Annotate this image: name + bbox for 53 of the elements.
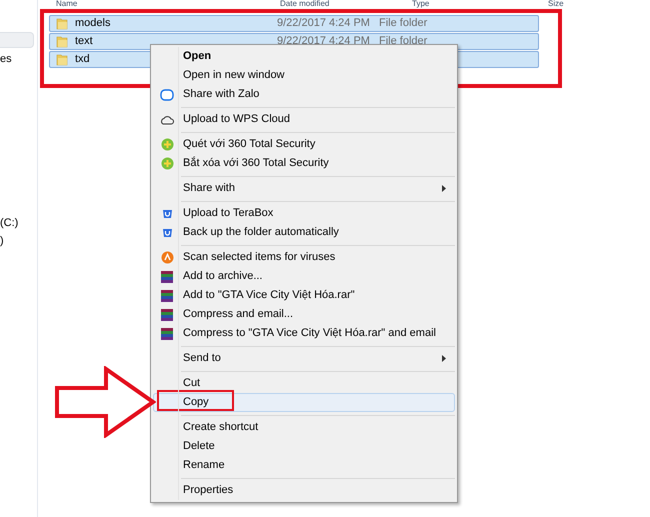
plus-circle-icon xyxy=(160,138,174,151)
file-row[interactable]: models 9/22/2017 4:24 PM File folder xyxy=(49,15,539,32)
menu-item[interactable]: Add to archive... xyxy=(153,267,455,286)
menu-item[interactable]: Scan selected items for viruses xyxy=(153,248,455,267)
folder-icon xyxy=(56,17,68,30)
date-modified: 9/22/2017 4:24 PM xyxy=(277,17,370,30)
submenu-arrow-icon xyxy=(442,185,446,192)
menu-item[interactable]: Bắt xóa với 360 Total Security xyxy=(153,154,455,173)
file-name: models xyxy=(75,17,110,30)
column-header[interactable]: Name xyxy=(52,0,78,8)
menu-item[interactable]: Compress and email... xyxy=(153,305,455,324)
book-stack-icon xyxy=(160,270,174,284)
menu-item[interactable]: Add to "GTA Vice City Việt Hóa.rar" xyxy=(153,286,455,305)
book-stack-icon xyxy=(160,326,174,340)
plus-circle-icon xyxy=(160,157,174,170)
file-type: File folder xyxy=(379,16,428,32)
book-stack-icon xyxy=(160,288,174,302)
submenu-arrow-icon xyxy=(442,355,446,362)
cloud-icon xyxy=(160,114,174,124)
menu-item[interactable]: Compress to "GTA Vice City Việt Hóa.rar" and email xyxy=(153,324,455,343)
menu-item[interactable]: Cut xyxy=(153,374,455,393)
nav-item[interactable]: (C:) xyxy=(0,216,37,230)
menu-item[interactable]: Share with xyxy=(153,179,455,198)
menu-item[interactable]: Share with Zalo xyxy=(153,85,455,104)
menu-item[interactable]: Back up the folder automatically xyxy=(153,223,455,242)
menu-item[interactable]: Rename xyxy=(153,456,455,475)
book-stack-icon xyxy=(160,308,174,322)
menu-item[interactable]: Quét với 360 Total Security xyxy=(153,135,455,154)
column-header[interactable]: Date modified xyxy=(276,0,330,8)
menu-item[interactable]: Open xyxy=(153,47,455,66)
nav-item[interactable]: ) xyxy=(0,234,37,248)
folder-icon xyxy=(56,53,68,66)
folder-icon xyxy=(56,35,68,48)
menu-item[interactable]: Create shortcut xyxy=(153,418,455,437)
nav-item[interactable]: es xyxy=(0,52,37,66)
cloud-box-icon xyxy=(162,227,172,238)
menu-item[interactable]: Delete xyxy=(153,437,455,456)
menu-item[interactable]: Properties xyxy=(153,481,455,500)
cloud-box-icon xyxy=(162,208,172,219)
chat-bubble-icon xyxy=(160,88,174,100)
menu-item[interactable]: Copy xyxy=(153,393,455,412)
column-header[interactable]: Type xyxy=(408,0,430,8)
file-name: text xyxy=(75,35,93,48)
file-name: txd xyxy=(75,53,90,66)
file-type: File folder xyxy=(379,34,428,50)
menu-item[interactable]: Upload to WPS Cloud xyxy=(153,110,455,129)
menu-item[interactable]: Upload to TeraBox xyxy=(153,204,455,223)
menu-item[interactable]: Send to xyxy=(153,349,455,368)
column-header[interactable]: Size xyxy=(544,0,564,8)
nav-item-highlight[interactable] xyxy=(0,32,34,48)
caret-circle-icon xyxy=(160,251,174,264)
date-modified: 9/22/2017 4:24 PM xyxy=(277,35,370,48)
menu-item[interactable]: Open in new window xyxy=(153,66,455,85)
